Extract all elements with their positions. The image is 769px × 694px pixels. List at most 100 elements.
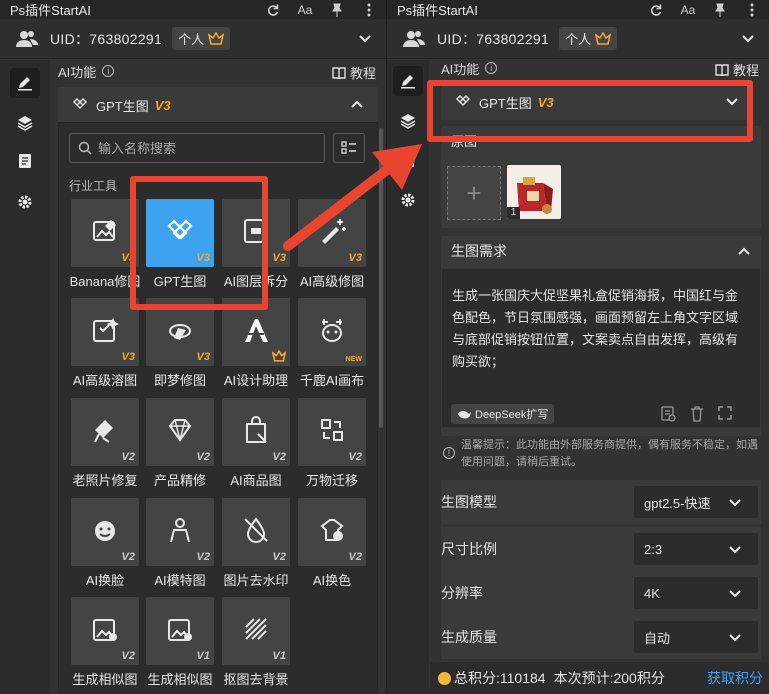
deepseek-expand-button[interactable]: DeepSeek扩写	[451, 404, 555, 424]
tool-tile[interactable]: NEW	[298, 298, 366, 366]
tool-label[interactable]: 生成相似图	[140, 669, 220, 688]
tool-label[interactable]: 抠图去背景	[216, 669, 296, 688]
tool-label[interactable]: AI模特图	[140, 570, 220, 589]
plan-badge[interactable]: 个人	[172, 27, 231, 50]
tool-tile[interactable]: V2	[298, 398, 366, 466]
chevron-down-icon[interactable]	[741, 31, 755, 45]
gpt-knot-icon	[456, 95, 470, 106]
tool-label[interactable]: AI换色	[292, 570, 372, 589]
sidebar-layers[interactable]	[10, 108, 40, 138]
history-icon[interactable]	[660, 406, 676, 422]
tool-tile[interactable]	[222, 298, 290, 366]
gpt-knot-icon	[73, 98, 87, 109]
tutorial-link[interactable]: 教程	[715, 60, 759, 79]
pin-icon[interactable]	[711, 1, 729, 19]
refresh-icon[interactable]	[647, 1, 665, 19]
tool-tile[interactable]: V2	[71, 398, 139, 466]
gpt-knot-icon	[167, 219, 193, 240]
tool-label[interactable]: AI图层拆分	[216, 271, 296, 290]
tool-tile[interactable]: V2	[146, 498, 214, 566]
tool-tile[interactable]: V3	[146, 199, 214, 267]
tool-version: NEW	[345, 356, 362, 363]
tool-tile[interactable]: V1	[222, 597, 290, 665]
tool-label[interactable]: 万物迁移	[292, 470, 372, 489]
tool-label[interactable]: 生成相似图	[65, 669, 145, 688]
tool-tile[interactable]: V2	[222, 498, 290, 566]
tool-tile[interactable]: V3	[71, 199, 139, 267]
tool-tile[interactable]: V3	[71, 298, 139, 366]
tutorial-label: 教程	[733, 63, 760, 78]
model-icon	[170, 518, 190, 543]
chevron-up-icon[interactable]	[737, 244, 751, 258]
thumbnail-count: 1	[507, 207, 520, 219]
estimate-points: 本次预计:200积分	[553, 670, 665, 686]
setting-select[interactable]: gpt2.5-快速	[634, 486, 758, 518]
chevron-down-icon[interactable]	[358, 31, 372, 45]
search-input[interactable]	[98, 140, 298, 156]
sidebar-ai-tools[interactable]	[393, 66, 423, 96]
tool-tile[interactable]: V3	[146, 298, 214, 366]
pin-icon[interactable]	[328, 1, 346, 19]
sidebar-ai-tools[interactable]	[10, 68, 40, 98]
tool-dropdown[interactable]: GPT生图 V3	[58, 87, 378, 123]
tool-label[interactable]: 图片去水印	[216, 570, 296, 589]
setting-select[interactable]: 2:3	[634, 533, 758, 565]
chevron-up-icon[interactable]	[350, 97, 364, 111]
tool-tile[interactable]: V2	[71, 597, 139, 665]
tool-label[interactable]: 千鹿AI画布	[292, 370, 372, 389]
photo-repair-icon	[94, 420, 113, 443]
tool-label[interactable]: GPT生图	[140, 271, 220, 290]
book-icon	[715, 63, 729, 76]
tool-version: V3	[196, 351, 210, 363]
tool-label[interactable]: AI设计助理	[216, 370, 296, 389]
expand-icon[interactable]	[718, 406, 732, 420]
tool-tile[interactable]: V1	[146, 597, 214, 665]
tool-tile[interactable]: V2	[71, 498, 139, 566]
plan-badge[interactable]: 个人	[559, 27, 618, 50]
tool-version: V2	[121, 451, 135, 463]
users-icon	[403, 30, 425, 47]
book-icon	[332, 66, 346, 79]
prompt-header[interactable]: 生图需求	[441, 236, 761, 266]
app-title: Ps插件StartAI	[397, 3, 478, 18]
prompt-header-label: 生图需求	[451, 243, 507, 259]
trash-icon[interactable]	[690, 406, 704, 422]
tool-label[interactable]: AI高级修图	[292, 271, 372, 290]
more-icon[interactable]	[743, 1, 761, 19]
tool-label[interactable]: AI高级溶图	[65, 370, 145, 389]
diamond-icon	[168, 419, 192, 442]
add-image-button[interactable]: +	[447, 166, 501, 220]
tool-label[interactable]: AI商品图	[216, 470, 296, 489]
font-size-icon[interactable]: Aa	[679, 1, 697, 19]
tool-label[interactable]: AI换脸	[65, 570, 145, 589]
reference-thumbnail[interactable]: 1	[507, 165, 561, 219]
tool-label[interactable]: Banana修图	[65, 271, 145, 290]
info-icon[interactable]: i	[102, 65, 115, 77]
document-icon	[19, 154, 31, 168]
tool-tile[interactable]: V2	[298, 498, 366, 566]
tool-label[interactable]: 老照片修复	[65, 470, 145, 489]
setting-select[interactable]: 4K	[634, 577, 758, 609]
refresh-icon[interactable]	[264, 1, 282, 19]
tool-label[interactable]: 即梦修图	[140, 370, 220, 389]
tool-tile[interactable]: V2	[222, 398, 290, 466]
sidebar-settings[interactable]	[10, 187, 40, 217]
uid-text: UID：763802291	[50, 30, 163, 47]
get-points-link[interactable]: 获取积分	[707, 668, 763, 688]
setting-label: 分辨率	[441, 585, 483, 601]
chevron-down-icon	[729, 546, 741, 554]
setting-select[interactable]: 自动	[634, 621, 758, 653]
info-icon[interactable]: i	[485, 62, 498, 74]
tool-dropdown[interactable]: GPT生图 V3	[441, 84, 753, 120]
font-size-icon[interactable]: Aa	[296, 1, 314, 19]
tool-label[interactable]: 产品精修	[140, 470, 220, 489]
crown-icon	[272, 350, 286, 362]
tutorial-label: 教程	[350, 66, 377, 81]
chevron-down-icon[interactable]	[725, 94, 739, 108]
more-icon[interactable]	[360, 1, 378, 19]
tutorial-link[interactable]: 教程	[332, 63, 376, 82]
setting-value: gpt2.5-快速	[644, 495, 711, 511]
similar-image-icon	[168, 619, 192, 641]
tool-tile[interactable]: V2	[146, 398, 214, 466]
sidebar-docs[interactable]	[10, 146, 40, 176]
